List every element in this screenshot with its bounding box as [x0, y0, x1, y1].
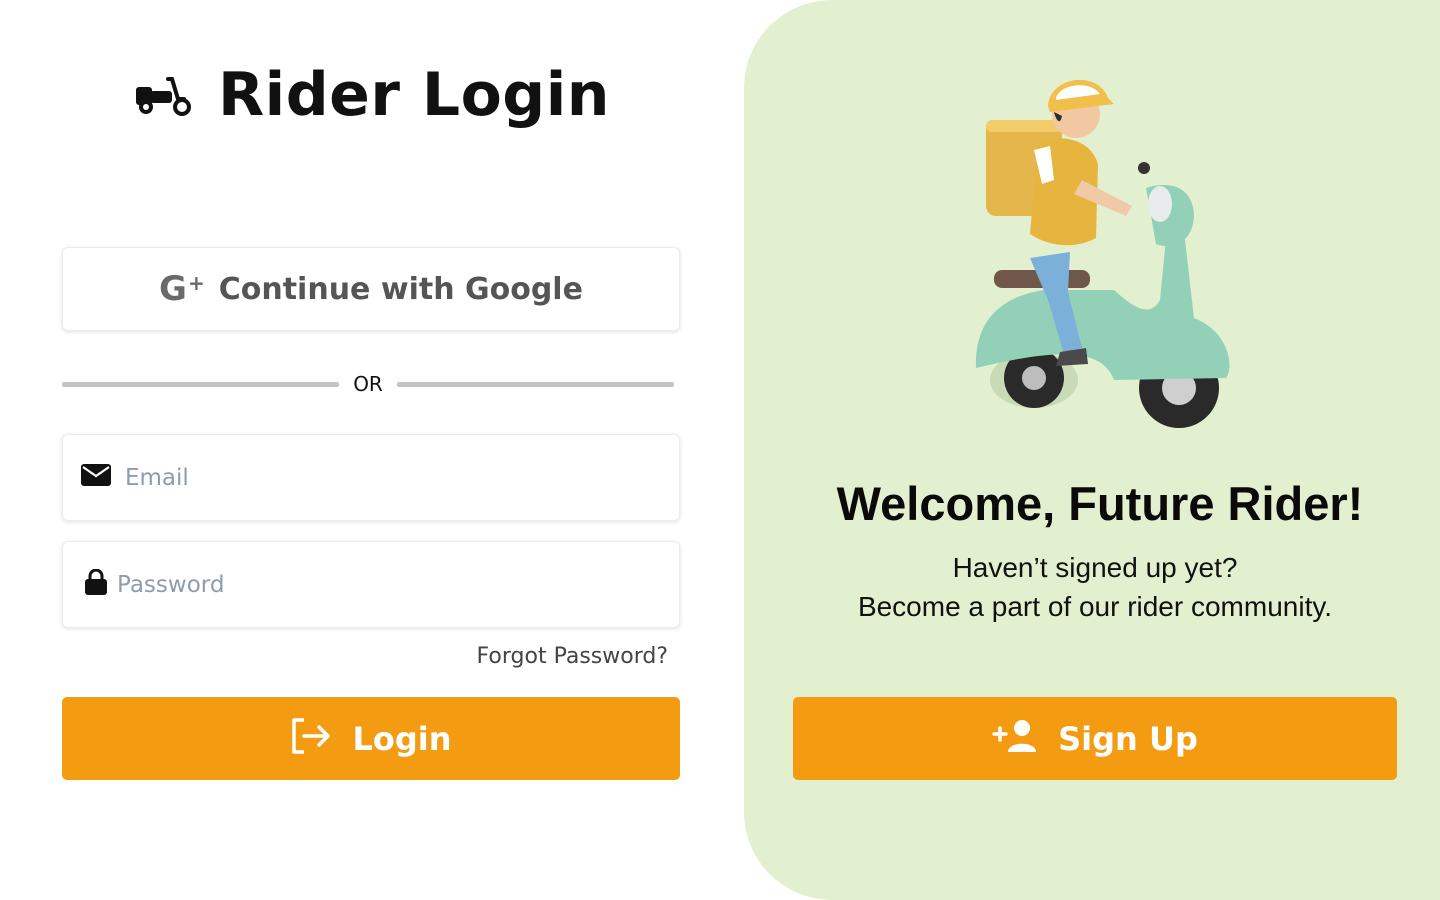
signup-button[interactable]: Sign Up: [793, 697, 1397, 780]
sign-in-icon: [290, 717, 332, 760]
header: Rider Login: [0, 60, 744, 130]
login-label: Login: [352, 719, 452, 758]
lock-icon: [85, 568, 107, 600]
add-user-icon: [992, 719, 1038, 758]
password-input[interactable]: [117, 571, 597, 598]
login-panel: Rider Login G+ Continue with Google OR E…: [0, 0, 744, 900]
signup-label: Sign Up: [1058, 719, 1198, 758]
email-input[interactable]: [125, 464, 605, 491]
signup-panel: Welcome, Future Rider! Haven’t signed up…: [744, 0, 1440, 900]
google-login-button[interactable]: G+ Continue with Google: [62, 247, 680, 331]
email-field[interactable]: [62, 434, 680, 521]
welcome-title: Welcome, Future Rider!: [836, 477, 1364, 530]
scooter-icon: [134, 73, 192, 117]
delivery-rider-illustration: [964, 68, 1244, 438]
page-title: Rider Login: [217, 60, 611, 130]
envelope-icon: [81, 464, 111, 491]
divider-line-left: [62, 381, 340, 387]
google-plus-icon: G+: [159, 269, 205, 309]
google-login-label: Continue with Google: [218, 271, 583, 307]
forgot-password-link[interactable]: Forgot Password?: [477, 644, 668, 669]
login-button[interactable]: Login: [62, 697, 680, 780]
welcome-subtitle-line-2: Become a part of our rider community.: [857, 591, 1333, 622]
or-text: OR: [353, 372, 383, 396]
divider-line-right: [396, 381, 675, 387]
welcome-subtitle-line-1: Haven’t signed up yet?: [952, 552, 1238, 583]
or-divider: OR: [62, 370, 675, 398]
password-field[interactable]: [62, 541, 680, 628]
rider-login-page: Rider Login G+ Continue with Google OR E…: [0, 0, 1440, 900]
